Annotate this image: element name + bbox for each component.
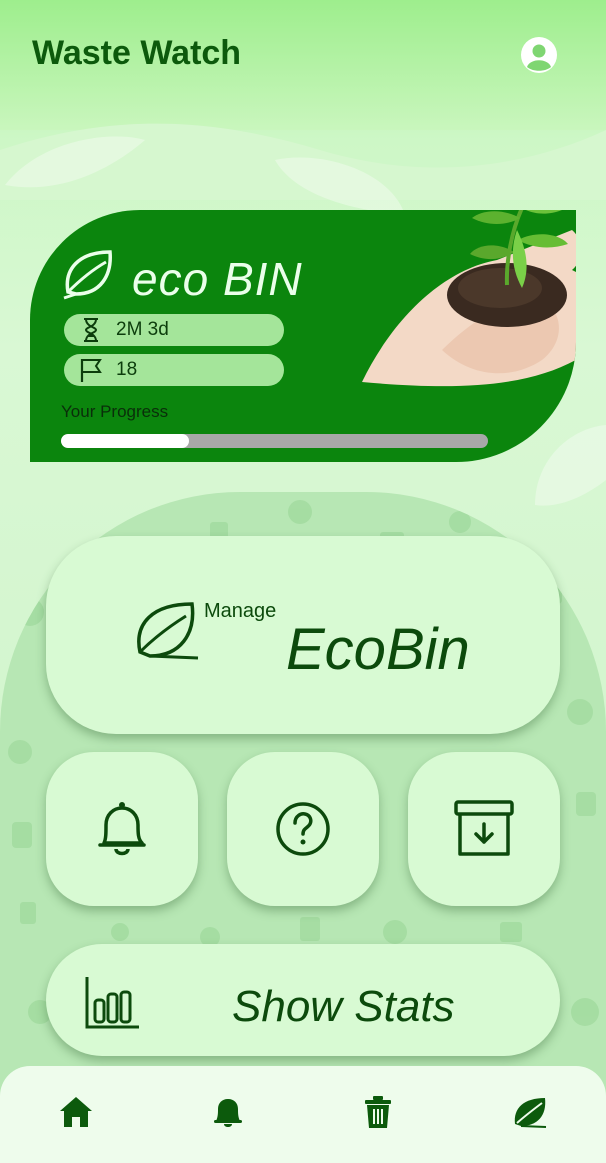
flag-count-pill: 18	[64, 354, 284, 386]
hourglass-icon	[84, 318, 98, 342]
progress-label: Your Progress	[61, 402, 169, 421]
duration-value: 2M 3d	[116, 319, 169, 340]
bar-chart-icon	[85, 977, 139, 1029]
help-circle-icon	[276, 802, 330, 856]
flag-count-value: 18	[116, 359, 138, 380]
manage-ecobin-button[interactable]: Manage EcoBin	[46, 536, 560, 734]
nav-notifications[interactable]	[208, 1092, 248, 1132]
ecobin-label: EcoBin	[286, 617, 470, 682]
notifications-button[interactable]	[46, 752, 198, 906]
show-stats-button[interactable]: Show Stats	[46, 944, 560, 1056]
bottom-navigation	[0, 1066, 606, 1163]
account-circle-icon[interactable]	[520, 36, 558, 74]
eco-bin-card[interactable]: eco BIN 2M 3d 18 Your Progress	[30, 210, 576, 462]
plant-in-hands-image	[362, 210, 576, 387]
nav-eco[interactable]	[510, 1092, 550, 1132]
nav-home[interactable]	[56, 1092, 96, 1132]
eco-bin-title: eco BIN	[132, 253, 303, 305]
leaf-icon	[63, 250, 112, 300]
duration-pill: 2M 3d	[64, 314, 284, 346]
trash-icon	[365, 1096, 391, 1128]
bell-icon	[214, 1099, 242, 1127]
progress-fill	[61, 434, 190, 448]
show-stats-label: Show Stats	[232, 982, 455, 1031]
archive-button[interactable]	[408, 752, 560, 906]
archive-download-icon	[454, 800, 514, 856]
leaf-icon	[514, 1098, 547, 1128]
progress-bar	[61, 434, 488, 448]
nav-bins[interactable]	[358, 1092, 398, 1132]
app-title: Waste Watch	[32, 34, 242, 72]
home-icon	[60, 1097, 92, 1127]
help-button[interactable]	[227, 752, 379, 906]
manage-label: Manage	[204, 600, 277, 622]
bell-icon	[98, 802, 146, 856]
flag-icon	[80, 359, 102, 382]
leaf-icon	[137, 602, 199, 660]
decor-leaf-icon	[5, 136, 145, 188]
